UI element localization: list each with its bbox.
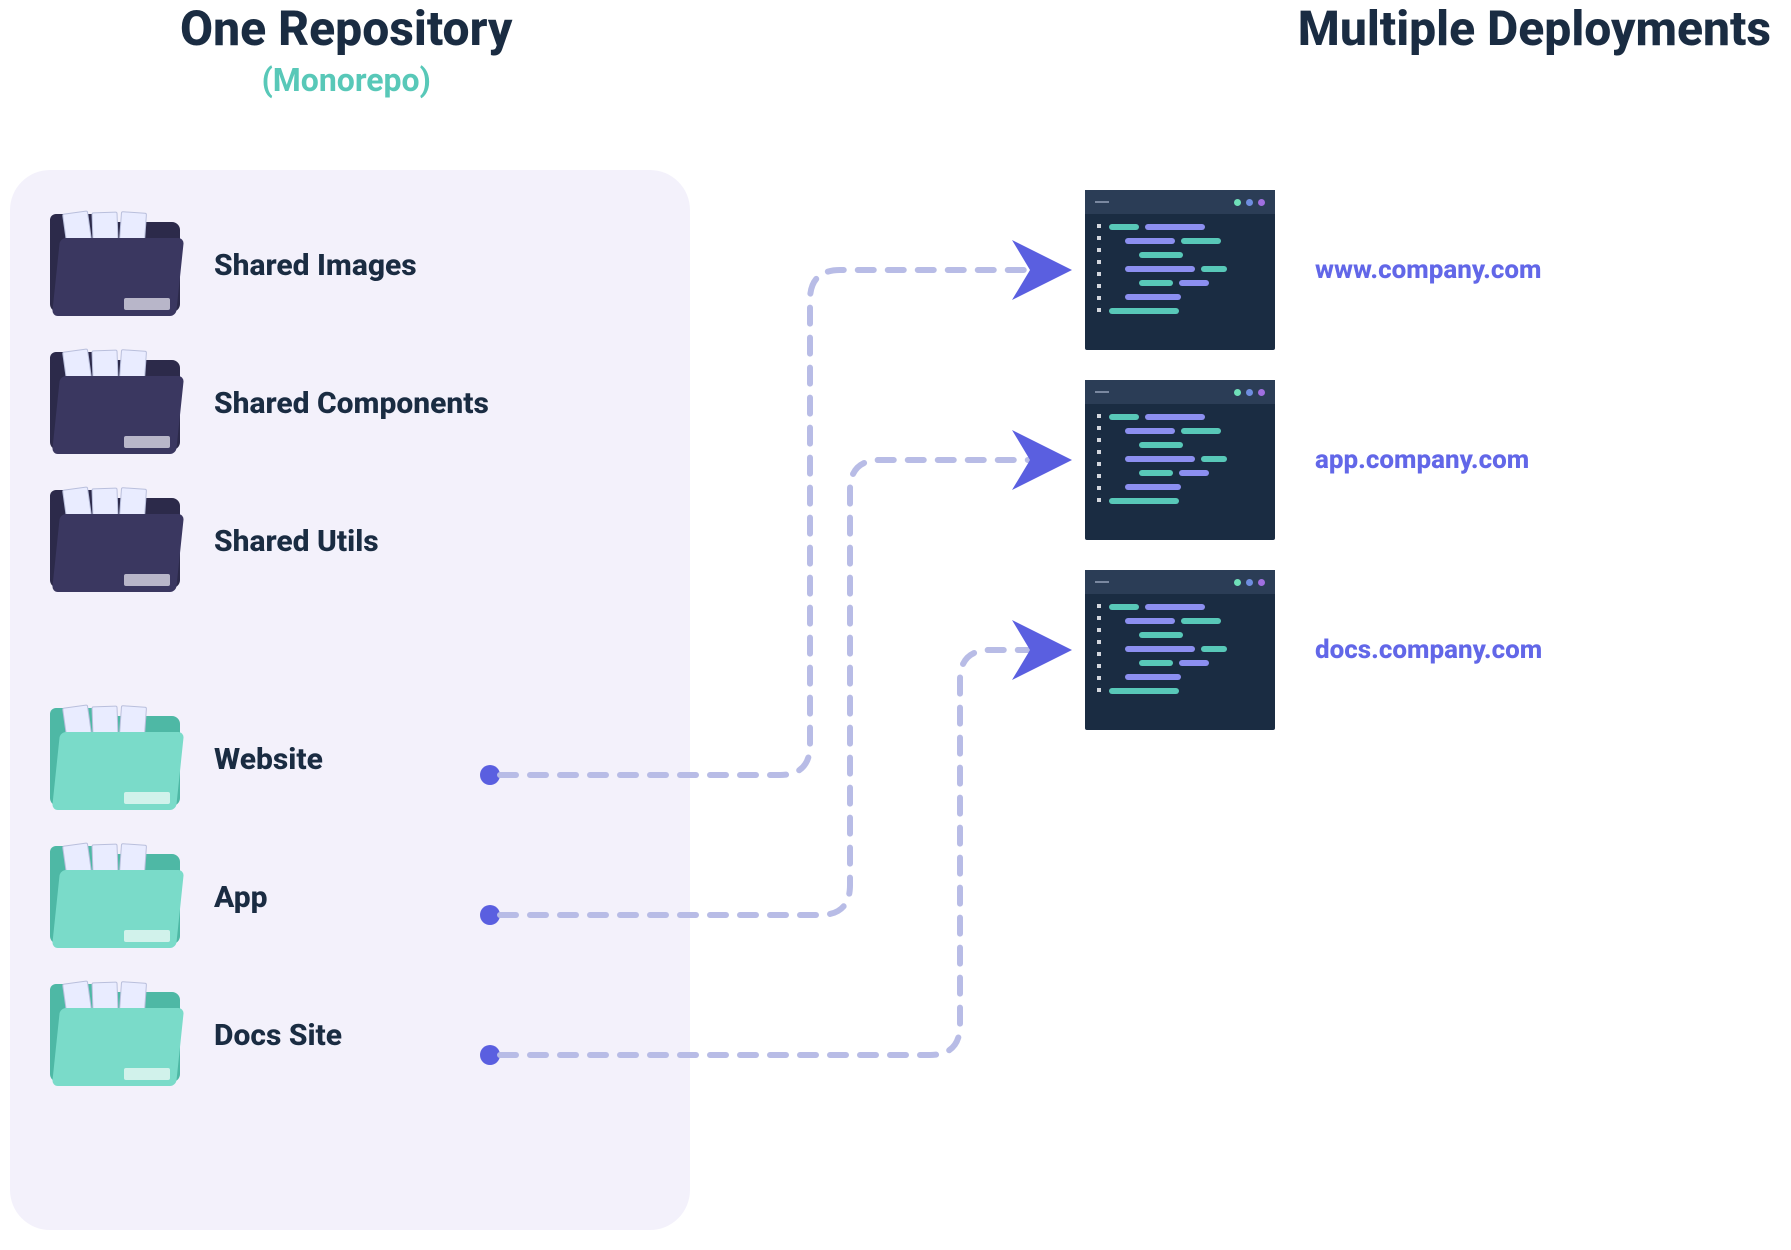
folder-row-app: App <box>50 842 650 952</box>
folder-label: App <box>214 880 267 915</box>
folder-icon <box>50 210 180 320</box>
folder-label: Shared Images <box>214 248 417 283</box>
folder-row-shared-utils: Shared Utils <box>50 486 650 596</box>
code-window-icon <box>1085 190 1275 350</box>
title-multiple-deployments: Multiple Deployments <box>1298 0 1771 57</box>
folder-icon <box>50 842 180 952</box>
folder-row-website: Website <box>50 704 650 814</box>
deployment-docs: docs.company.com <box>1085 570 1542 730</box>
deployment-app: app.company.com <box>1085 380 1529 540</box>
code-window-icon <box>1085 380 1275 540</box>
folder-icon <box>50 348 180 458</box>
deployment-url: www.company.com <box>1315 255 1541 285</box>
folder-label: Docs Site <box>214 1018 342 1053</box>
folder-row-shared-images: Shared Images <box>50 210 650 320</box>
deployment-url: app.company.com <box>1315 445 1529 475</box>
folder-row-docs-site: Docs Site <box>50 980 650 1090</box>
folder-icon <box>50 486 180 596</box>
folder-label: Shared Utils <box>214 524 379 559</box>
folder-icon <box>50 980 180 1090</box>
folder-icon <box>50 704 180 814</box>
code-window-icon <box>1085 570 1275 730</box>
subtitle-monorepo: (Monorepo) <box>180 61 512 99</box>
heading-right: Multiple Deployments <box>1298 0 1771 57</box>
folder-row-shared-components: Shared Components <box>50 348 650 458</box>
title-one-repository: One Repository <box>180 0 512 57</box>
folder-label: Website <box>214 742 323 777</box>
deployment-url: docs.company.com <box>1315 635 1542 665</box>
folder-label: Shared Components <box>214 386 489 421</box>
deployment-www: www.company.com <box>1085 190 1541 350</box>
heading-left: One Repository (Monorepo) <box>180 0 512 99</box>
repository-panel: Shared Images Shared Components Shared U… <box>10 170 690 1230</box>
